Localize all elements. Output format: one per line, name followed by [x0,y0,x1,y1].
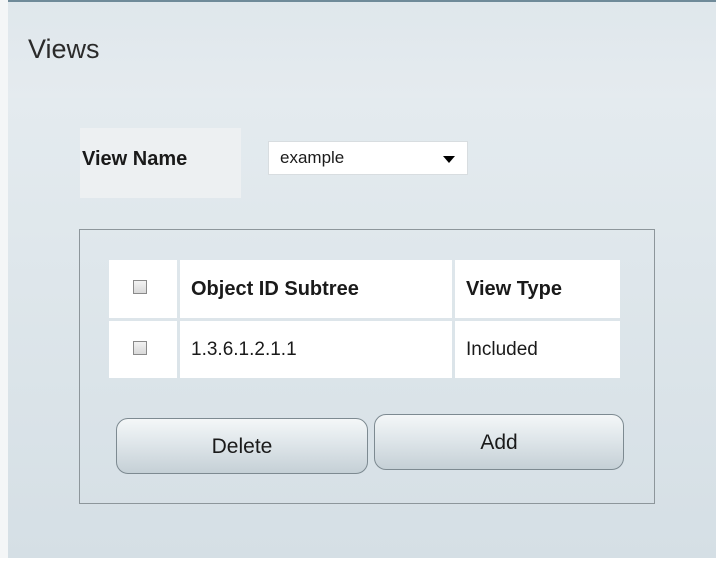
select-all-checkbox[interactable] [133,280,147,294]
select-all-cell [109,260,177,318]
delete-button-label: Delete [211,435,273,458]
table-cell-view-type: Included [455,321,620,378]
page-title: Views [28,34,100,64]
bottom-strip [0,558,716,571]
delete-button[interactable]: Delete [116,418,368,474]
frame-edge [0,0,8,571]
view-name-select[interactable]: example [268,141,468,175]
table-cell-object-id-subtree: 1.3.6.1.2.1.1 [180,321,452,378]
view-name-selected-value: example [280,148,345,167]
view-name-label-box: View Name [80,128,241,198]
column-header-view-type: View Type [455,260,620,318]
column-header-label: Object ID Subtree [191,278,359,300]
page-header: Views [8,0,716,98]
cell-value: 1.3.6.1.2.1.1 [191,339,297,360]
add-button[interactable]: Add [374,414,624,470]
column-header-object-id-subtree: Object ID Subtree [180,260,452,318]
row-select-cell [109,321,177,378]
cell-value: Included [466,339,538,360]
add-button-label: Add [480,431,518,454]
view-name-label: View Name [82,148,188,170]
column-header-label: View Type [466,278,562,300]
dropdown-arrow-icon[interactable] [443,156,455,163]
row-checkbox[interactable] [133,341,147,355]
